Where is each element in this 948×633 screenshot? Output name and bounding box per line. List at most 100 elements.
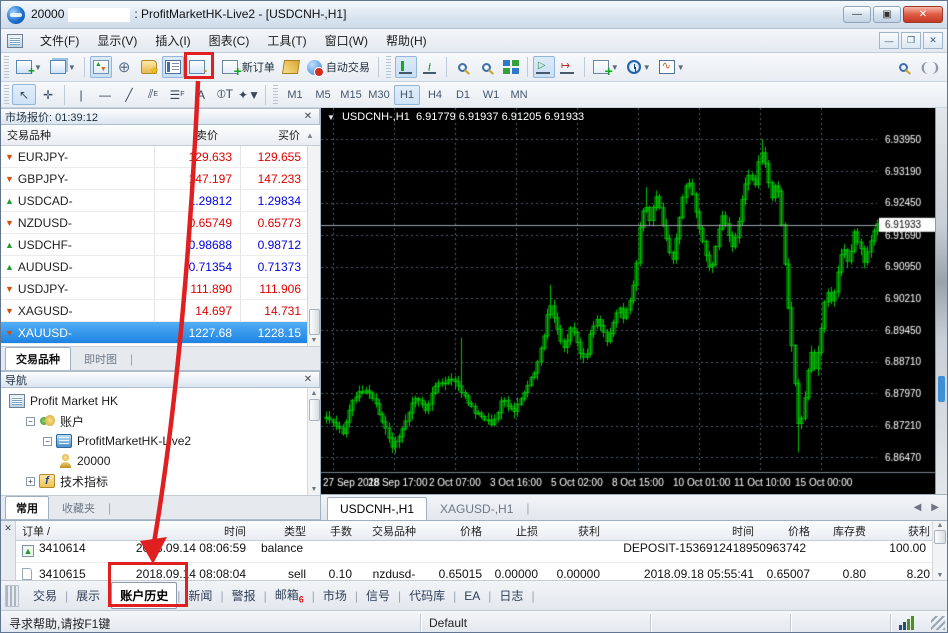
close-button[interactable]: ✕ xyxy=(903,6,943,23)
navigator-item-0[interactable]: Profit Market HK xyxy=(5,391,320,411)
terminal-column-6[interactable]: 止损 xyxy=(488,523,544,539)
market-watch-row-gbpjpy[interactable]: ▼GBPJPY-147.197147.233 xyxy=(1,168,307,190)
terminal-tab-7[interactable]: 信号 xyxy=(358,583,398,608)
terminal-tab-6[interactable]: 市场 xyxy=(315,583,355,608)
terminal-tab-10[interactable]: 日志 xyxy=(491,583,531,608)
timeframe-d1[interactable]: D1 xyxy=(450,85,476,105)
new-order-button[interactable]: 新订单 xyxy=(219,56,278,78)
navigator-item-1[interactable]: −账户 xyxy=(5,411,320,431)
terminal-column-10[interactable]: 库存费 xyxy=(816,523,872,539)
market-watch-close-icon[interactable]: ✕ xyxy=(301,111,315,122)
terminal-column-11[interactable]: 获利 xyxy=(872,523,932,539)
periods-button[interactable]: ▼ xyxy=(624,56,654,78)
trendline-tool[interactable]: ╱ xyxy=(117,84,141,105)
terminal-scrollbar[interactable]: ▲ ▼ xyxy=(932,521,947,580)
navigator-toggle[interactable] xyxy=(138,56,160,78)
zoom-out-button[interactable] xyxy=(476,56,498,78)
new-chart-button[interactable]: ▼ xyxy=(13,56,45,78)
metaeditor-button[interactable] xyxy=(280,56,302,78)
timeframe-m30[interactable]: M30 xyxy=(366,85,392,105)
chart-dropdown-icon[interactable]: ▼ xyxy=(327,113,335,122)
market-watch-row-xauusd[interactable]: ▼XAUUSD-1227.681228.15 xyxy=(1,322,307,344)
scroll-down-icon[interactable]: ▼ xyxy=(311,484,318,495)
market-watch-tab-0[interactable]: 交易品种 xyxy=(5,347,71,370)
market-watch-toggle[interactable] xyxy=(90,56,112,78)
menu-item-5[interactable]: 窗口(W) xyxy=(316,31,377,51)
terminal-tab-0[interactable]: 交易 xyxy=(25,583,65,608)
chart-tabs-left-icon[interactable]: ◀ xyxy=(914,502,922,513)
balance-row[interactable]: ▲34106142018.09.14 08:06:59balanceDEPOSI… xyxy=(16,541,932,563)
scroll-down-icon[interactable]: ▼ xyxy=(311,335,318,346)
minimize-button[interactable]: — xyxy=(843,6,871,23)
market-watch-scrollbar[interactable]: ▼ xyxy=(307,146,320,346)
data-window-button[interactable] xyxy=(114,56,136,78)
profiles-button[interactable]: ▼ xyxy=(47,56,79,78)
scroll-up-icon[interactable]: ▲ xyxy=(311,388,318,399)
market-watch-row-audusd[interactable]: ▲AUDUSD-0.713540.71373 xyxy=(1,256,307,278)
child-minimize-button[interactable]: — xyxy=(879,32,899,49)
restore-button[interactable]: ▣ xyxy=(873,6,901,23)
auto-scroll-button[interactable] xyxy=(533,56,555,78)
crosshair-tool[interactable]: ✛ xyxy=(36,84,60,105)
terminal-column-3[interactable]: 手数 xyxy=(312,523,358,539)
terminal-column-1[interactable]: 时间 xyxy=(126,523,252,539)
menu-item-3[interactable]: 图表(C) xyxy=(200,31,259,51)
fibonacci-tool[interactable]: ☰F xyxy=(165,84,189,105)
menu-item-0[interactable]: 文件(F) xyxy=(31,31,88,51)
bar-chart-mode-button[interactable] xyxy=(395,56,417,78)
market-watch-row-usdchf[interactable]: ▲USDCHF-0.986880.98712 xyxy=(1,234,307,256)
menu-item-6[interactable]: 帮助(H) xyxy=(377,31,436,51)
line-chart-mode-button[interactable] xyxy=(419,56,441,78)
vertical-line-tool[interactable]: | xyxy=(69,84,93,105)
scrollbar-thumb[interactable] xyxy=(309,399,320,421)
terminal-column-7[interactable]: 获利 xyxy=(544,523,606,539)
market-watch-row-usdjpy[interactable]: ▼USDJPY-111.890111.906 xyxy=(1,278,307,300)
timeframe-h4[interactable]: H4 xyxy=(422,85,448,105)
dock-grip-icon[interactable] xyxy=(5,585,19,607)
menu-item-2[interactable]: 插入(I) xyxy=(146,31,199,51)
chart-tab-usdcnhh1[interactable]: USDCNH-,H1 xyxy=(327,497,427,520)
market-watch-tab-1[interactable]: 即时图 xyxy=(73,347,128,370)
tree-expander-icon[interactable]: − xyxy=(43,437,52,446)
terminal-column-0[interactable]: 订单 / xyxy=(16,523,126,539)
strategy-tester-button[interactable] xyxy=(186,56,208,78)
search-button[interactable] xyxy=(892,56,914,78)
terminal-column-4[interactable]: 交易品种 xyxy=(358,523,430,539)
terminal-column-9[interactable]: 价格 xyxy=(760,523,816,539)
tree-expander-icon[interactable]: + xyxy=(26,477,35,486)
text-label-tool[interactable]: ⦶T xyxy=(213,84,237,105)
terminal-close-icon[interactable]: ✕ xyxy=(4,521,12,534)
autotrading-button[interactable]: 自动交易 xyxy=(304,56,373,78)
tile-windows-button[interactable] xyxy=(500,56,522,78)
chart-tab-xagusdh1[interactable]: XAGUSD-,H1 xyxy=(427,497,526,520)
child-restore-button[interactable]: ❐ xyxy=(901,32,921,49)
scrollbar-thumb[interactable] xyxy=(934,530,946,544)
scroll-up-icon[interactable]: ▲ xyxy=(306,131,320,140)
navigator-item-4[interactable]: +f技术指标 xyxy=(5,471,320,491)
timeframe-m1[interactable]: M1 xyxy=(282,85,308,105)
timeframe-m15[interactable]: M15 xyxy=(338,85,364,105)
market-watch-row-usdcad[interactable]: ▲USDCAD-1.298121.29834 xyxy=(1,190,307,212)
order-row[interactable]: 34106152018.09.14 08:08:04sell0.10nzdusd… xyxy=(16,563,932,580)
indicators-button[interactable]: ▼ xyxy=(590,56,622,78)
market-watch-row-nzdusd[interactable]: ▼NZDUSD-0.657490.65773 xyxy=(1,212,307,234)
terminal-tab-1[interactable]: 展示 xyxy=(68,583,108,608)
navigator-item-3[interactable]: 20000 xyxy=(5,451,320,471)
scroll-down-icon[interactable]: ▼ xyxy=(937,571,944,580)
navigator-item-2[interactable]: −ProfitMarketHK-Live2 xyxy=(5,431,320,451)
terminal-column-5[interactable]: 价格 xyxy=(430,523,488,539)
menu-item-1[interactable]: 显示(V) xyxy=(88,31,146,51)
terminal-tab-2[interactable]: 账户历史 xyxy=(111,582,177,609)
timeframe-m5[interactable]: M5 xyxy=(310,85,336,105)
navigator-close-icon[interactable]: ✕ xyxy=(301,374,315,385)
terminal-tab-5[interactable]: 邮箱6 xyxy=(267,582,312,608)
terminal-tab-9[interactable]: EA xyxy=(456,585,488,607)
timeframe-mn[interactable]: MN xyxy=(506,85,532,105)
terminal-tab-8[interactable]: 代码库 xyxy=(401,583,453,608)
templates-button[interactable]: ▼ xyxy=(656,56,688,78)
scroll-up-icon[interactable]: ▲ xyxy=(937,521,944,530)
chart-edge-scrollbar[interactable] xyxy=(935,108,947,494)
chart-tabs-right-icon[interactable]: ▶ xyxy=(931,502,939,513)
status-profile[interactable]: Default xyxy=(421,614,651,633)
chart-window-icon[interactable] xyxy=(7,34,23,48)
